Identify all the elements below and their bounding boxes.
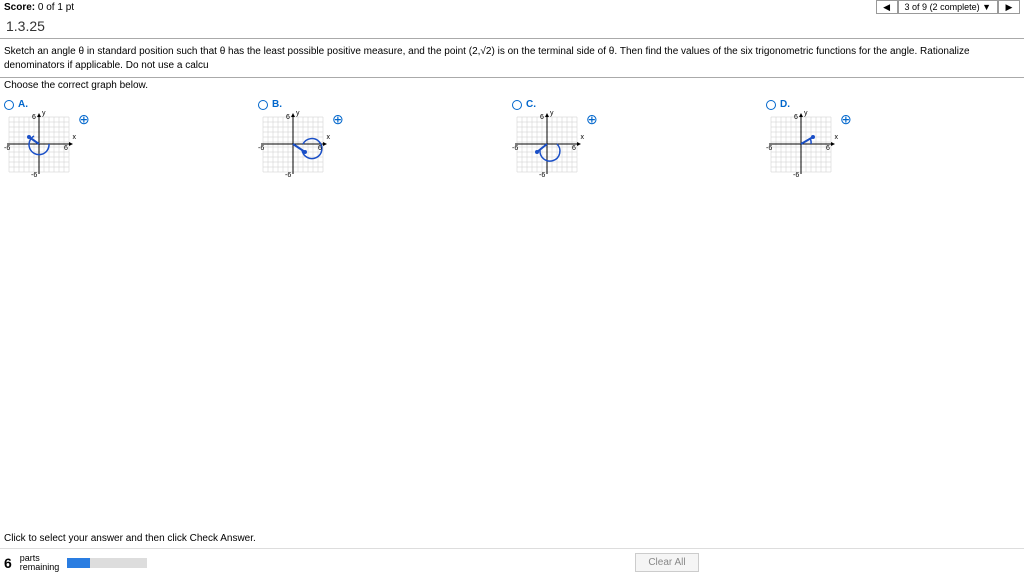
options-row: A. y x 6 -6	[0, 99, 1024, 177]
question-nav: ◀ 3 of 9 (2 complete) ▼ ▶	[876, 0, 1020, 14]
y-label: y	[296, 110, 300, 117]
zoom-icon[interactable]: ⊕	[78, 112, 90, 126]
radio-a[interactable]	[4, 100, 14, 110]
parts-remaining-count: 6	[4, 555, 12, 571]
tick-6y: 6	[32, 114, 36, 121]
nav-next-button[interactable]: ▶	[998, 0, 1020, 14]
qtext-part1: Sketch an angle θ in standard position s…	[4, 46, 469, 57]
graph-c: y x 6 -6 6 -6	[512, 112, 582, 177]
nav-prev-button[interactable]: ◀	[876, 0, 898, 14]
clear-all-button[interactable]: Clear All	[635, 553, 698, 572]
tick-6y: 6	[540, 114, 544, 121]
option-d-label: D.	[780, 99, 790, 110]
choose-label: Choose the correct graph below.	[0, 78, 1024, 99]
tick-6x: 6	[826, 145, 830, 152]
zoom-icon[interactable]: ⊕	[840, 112, 852, 126]
radio-c[interactable]	[512, 100, 522, 110]
tick-neg6y: -6	[285, 172, 291, 179]
y-label: y	[42, 110, 46, 117]
tick-6y: 6	[286, 114, 290, 121]
option-c-header: C.	[512, 99, 766, 110]
progress-fill	[67, 558, 89, 568]
tick-6x: 6	[572, 145, 576, 152]
graph-d: y x 6 -6 6 -6	[766, 112, 836, 177]
footer: Click to select your answer and then cli…	[0, 529, 1024, 576]
qtext-point: (2,√2)	[469, 46, 495, 57]
graph-a: y x 6 -6 6 -6	[4, 112, 74, 177]
score-display: Score: 0 of 1 pt	[4, 2, 74, 13]
option-a-header: A.	[4, 99, 258, 110]
tick-6x: 6	[64, 145, 68, 152]
option-d-header: D.	[766, 99, 1020, 110]
progress-bar	[67, 558, 147, 568]
option-b-header: B.	[258, 99, 512, 110]
graph-b: y x 6 -6 6 -6	[258, 112, 328, 177]
option-a-label: A.	[18, 99, 28, 110]
x-label: x	[835, 134, 839, 141]
tick-neg6x: -6	[258, 145, 264, 152]
tick-neg6y: -6	[539, 172, 545, 179]
option-c[interactable]: C. y x 6 -6	[512, 99, 766, 177]
x-label: x	[581, 134, 585, 141]
radio-d[interactable]	[766, 100, 776, 110]
question-text: Sketch an angle θ in standard position s…	[0, 39, 1024, 77]
question-number: 1.3.25	[0, 14, 1024, 38]
option-a[interactable]: A. y x 6 -6	[4, 99, 258, 177]
option-d[interactable]: D. y x 6 -6	[766, 99, 1020, 177]
x-label: x	[73, 134, 77, 141]
tick-neg6y: -6	[793, 172, 799, 179]
tick-neg6x: -6	[4, 145, 10, 152]
zoom-icon[interactable]: ⊕	[332, 112, 344, 126]
parts-remaining-label: parts remaining	[20, 554, 60, 572]
option-b[interactable]: B. y x 6 -6	[258, 99, 512, 177]
instruction-text: Click to select your answer and then cli…	[0, 529, 1024, 548]
zoom-icon[interactable]: ⊕	[586, 112, 598, 126]
option-c-label: C.	[526, 99, 536, 110]
tick-neg6y: -6	[31, 172, 37, 179]
nav-status-dropdown[interactable]: 3 of 9 (2 complete) ▼	[898, 0, 998, 14]
score-value: 0 of 1 pt	[38, 2, 74, 13]
option-b-label: B.	[272, 99, 282, 110]
tick-neg6x: -6	[766, 145, 772, 152]
tick-6x: 6	[318, 145, 322, 152]
score-label: Score:	[4, 2, 35, 13]
x-label: x	[327, 134, 331, 141]
tick-neg6x: -6	[512, 145, 518, 152]
y-label: y	[804, 110, 808, 117]
footer-bar: 6 parts remaining Clear All	[0, 548, 1024, 576]
y-label: y	[550, 110, 554, 117]
radio-b[interactable]	[258, 100, 268, 110]
tick-6y: 6	[794, 114, 798, 121]
